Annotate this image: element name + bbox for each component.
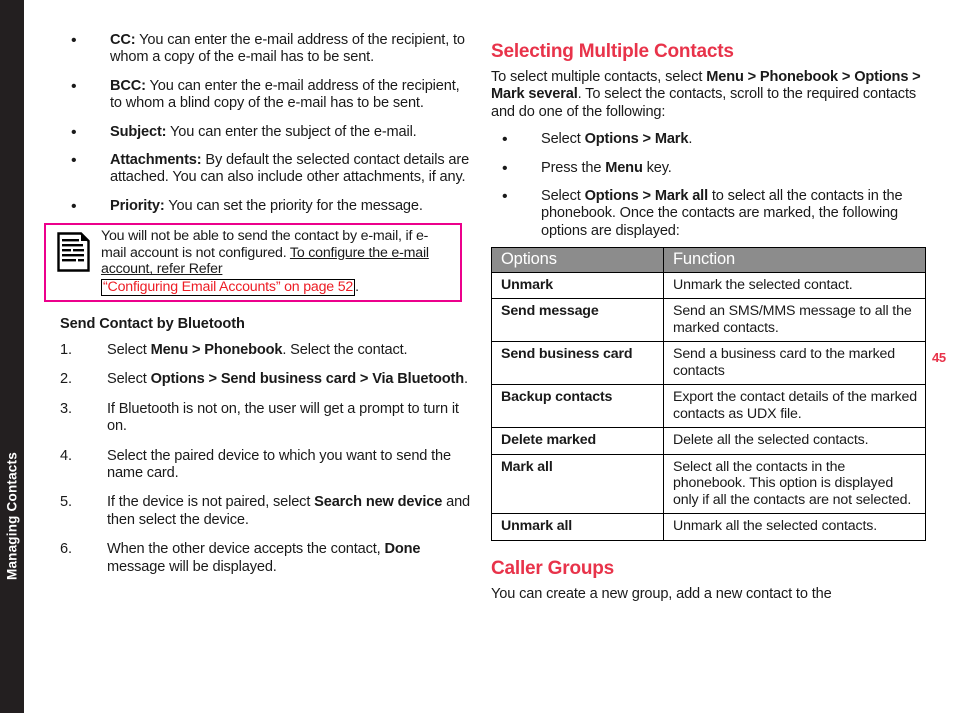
list-item: • Subject: You can enter the subject of …	[60, 124, 470, 141]
list-item: • Priority: You can set the priority for…	[60, 198, 470, 215]
table-cell-option: Backup contacts	[491, 384, 664, 429]
list-item-label: Subject:	[110, 123, 167, 140]
step-text: If the device is not paired, select Sear…	[107, 494, 471, 528]
caller-groups-paragraph: You can create a new group, add a new co…	[491, 585, 832, 602]
list-item: • BCC: You can enter the e-mail address …	[60, 78, 470, 113]
table-row: Unmark all Unmark all the selected conta…	[491, 513, 926, 541]
options-function-table: Options Function Unmark Unmark the selec…	[491, 247, 926, 541]
step-number: 1.	[60, 342, 72, 359]
step-number: 4.	[60, 447, 72, 464]
mark-actions-bullet-list: • Select Options > Mark. • Press the Men…	[491, 131, 925, 240]
section-heading-selecting-multiple-contacts: Selecting Multiple Contacts	[491, 41, 734, 62]
bullet-marker: •	[502, 188, 508, 206]
table-cell-function: Send a business card to the marked conta…	[663, 341, 926, 386]
bullet-marker: •	[502, 159, 508, 177]
list-item: • CC: You can enter the e-mail address o…	[60, 32, 470, 67]
table-header-function: Function	[663, 247, 926, 273]
step-text: When the other device accepts the contac…	[107, 541, 421, 575]
list-item-text: Press the Menu key.	[541, 159, 672, 176]
table-cell-function: Send an SMS/MMS message to all the marke…	[663, 298, 926, 343]
chapter-label: Managing Contacts	[4, 452, 20, 580]
bullet-marker: •	[71, 197, 77, 215]
list-item-text: You can set the priority for the message…	[164, 197, 423, 214]
section-heading-caller-groups: Caller Groups	[491, 557, 615, 579]
list-item-text: You can enter the e-mail address of the …	[110, 32, 465, 66]
section-heading-send-contact-by-bluetooth: Send Contact by Bluetooth	[60, 316, 245, 333]
step-text: Select the paired device to which you wa…	[107, 447, 451, 482]
bullet-marker: •	[71, 152, 77, 170]
note-trailing-period: .	[355, 279, 359, 296]
note-text: You will not be able to send the contact…	[101, 228, 460, 297]
table-header-row: Options Function	[491, 247, 926, 273]
list-item-label: Attachments:	[110, 152, 202, 169]
table-cell-option: Unmark	[491, 271, 664, 300]
cross-reference-link-label: “Configuring Email Accounts” on page 52	[103, 279, 354, 296]
step-text: If Bluetooth is not on, the user will ge…	[107, 400, 459, 435]
list-item: 1. Select Menu > Phonebook. Select the c…	[60, 342, 470, 359]
list-item: 4. Select the paired device to which you…	[60, 448, 470, 483]
note-icon-cell	[46, 228, 101, 272]
bullet-marker: •	[71, 123, 77, 141]
list-item-text: You can enter the e-mail address of the …	[110, 77, 460, 112]
list-item-label: Priority:	[110, 197, 165, 214]
table-cell-option: Mark all	[491, 453, 664, 515]
list-item-text: Select Options > Mark all to select all …	[541, 188, 903, 239]
table-row: Unmark Unmark the selected contact.	[491, 271, 926, 300]
left-column: • CC: You can enter the e-mail address o…	[44, 0, 470, 588]
bluetooth-steps-list: 1. Select Menu > Phonebook. Select the c…	[60, 342, 470, 576]
table-cell-option: Delete marked	[491, 427, 664, 455]
table-header-options: Options	[491, 247, 664, 273]
step-number: 5.	[60, 494, 72, 511]
list-item-text: You can enter the subject of the e-mail.	[166, 123, 417, 140]
bullet-marker: •	[502, 131, 508, 149]
table-cell-function: Delete all the selected contacts.	[663, 427, 926, 455]
step-text: Select Options > Send business card > Vi…	[107, 371, 468, 388]
note-document-icon	[56, 232, 90, 272]
table-cell-function: Unmark the selected contact.	[663, 271, 926, 300]
table-cell-option: Send business card	[491, 341, 664, 386]
list-item: 5. If the device is not paired, select S…	[60, 494, 470, 529]
list-item: 6. When the other device accepts the con…	[60, 541, 470, 576]
table-cell-function: Select all the contacts in the phonebook…	[663, 453, 926, 515]
page-number: 45	[932, 350, 946, 365]
list-item: • Select Options > Mark.	[491, 131, 925, 148]
cross-reference-link[interactable]: “Configuring Email Accounts” on page 52	[101, 279, 356, 297]
intro-paragraph: To select multiple contacts, select Menu…	[491, 69, 921, 120]
list-item-text: Select Options > Mark.	[541, 131, 693, 148]
bullet-marker: •	[71, 77, 77, 95]
list-item-label: BCC:	[110, 77, 146, 94]
email-field-bullet-list: • CC: You can enter the e-mail address o…	[60, 32, 470, 215]
list-item: • Select Options > Mark all to select al…	[491, 188, 925, 240]
list-item: • Attachments: By default the selected c…	[60, 152, 470, 187]
table-cell-option: Send message	[491, 298, 664, 343]
table-row: Mark all Select all the contacts in the …	[491, 453, 926, 515]
table-cell-option: Unmark all	[491, 513, 664, 541]
list-item: • Press the Menu key.	[491, 160, 925, 177]
table-row: Delete marked Delete all the selected co…	[491, 427, 926, 455]
bullet-marker: •	[71, 32, 77, 49]
step-number: 3.	[60, 400, 72, 417]
note-callout: You will not be able to send the contact…	[44, 223, 462, 303]
table-cell-function: Unmark all the selected contacts.	[663, 513, 926, 541]
table-row: Backup contacts Export the contact detai…	[491, 384, 926, 429]
table-row: Send business card Send a business card …	[491, 341, 926, 386]
list-item-label: CC:	[110, 32, 136, 48]
chapter-sidebar: Managing Contacts	[0, 0, 24, 713]
list-item: 3. If Bluetooth is not on, the user will…	[60, 401, 470, 436]
step-number: 6.	[60, 541, 72, 558]
table-cell-function: Export the contact details of the marked…	[663, 384, 926, 429]
step-text: Select Menu > Phonebook. Select the cont…	[107, 342, 408, 359]
table-row: Send message Send an SMS/MMS message to …	[491, 298, 926, 343]
right-column: Selecting Multiple Contacts To select mu…	[491, 0, 926, 603]
step-number: 2.	[60, 371, 72, 388]
list-item: 2. Select Options > Send business card >…	[60, 371, 470, 388]
